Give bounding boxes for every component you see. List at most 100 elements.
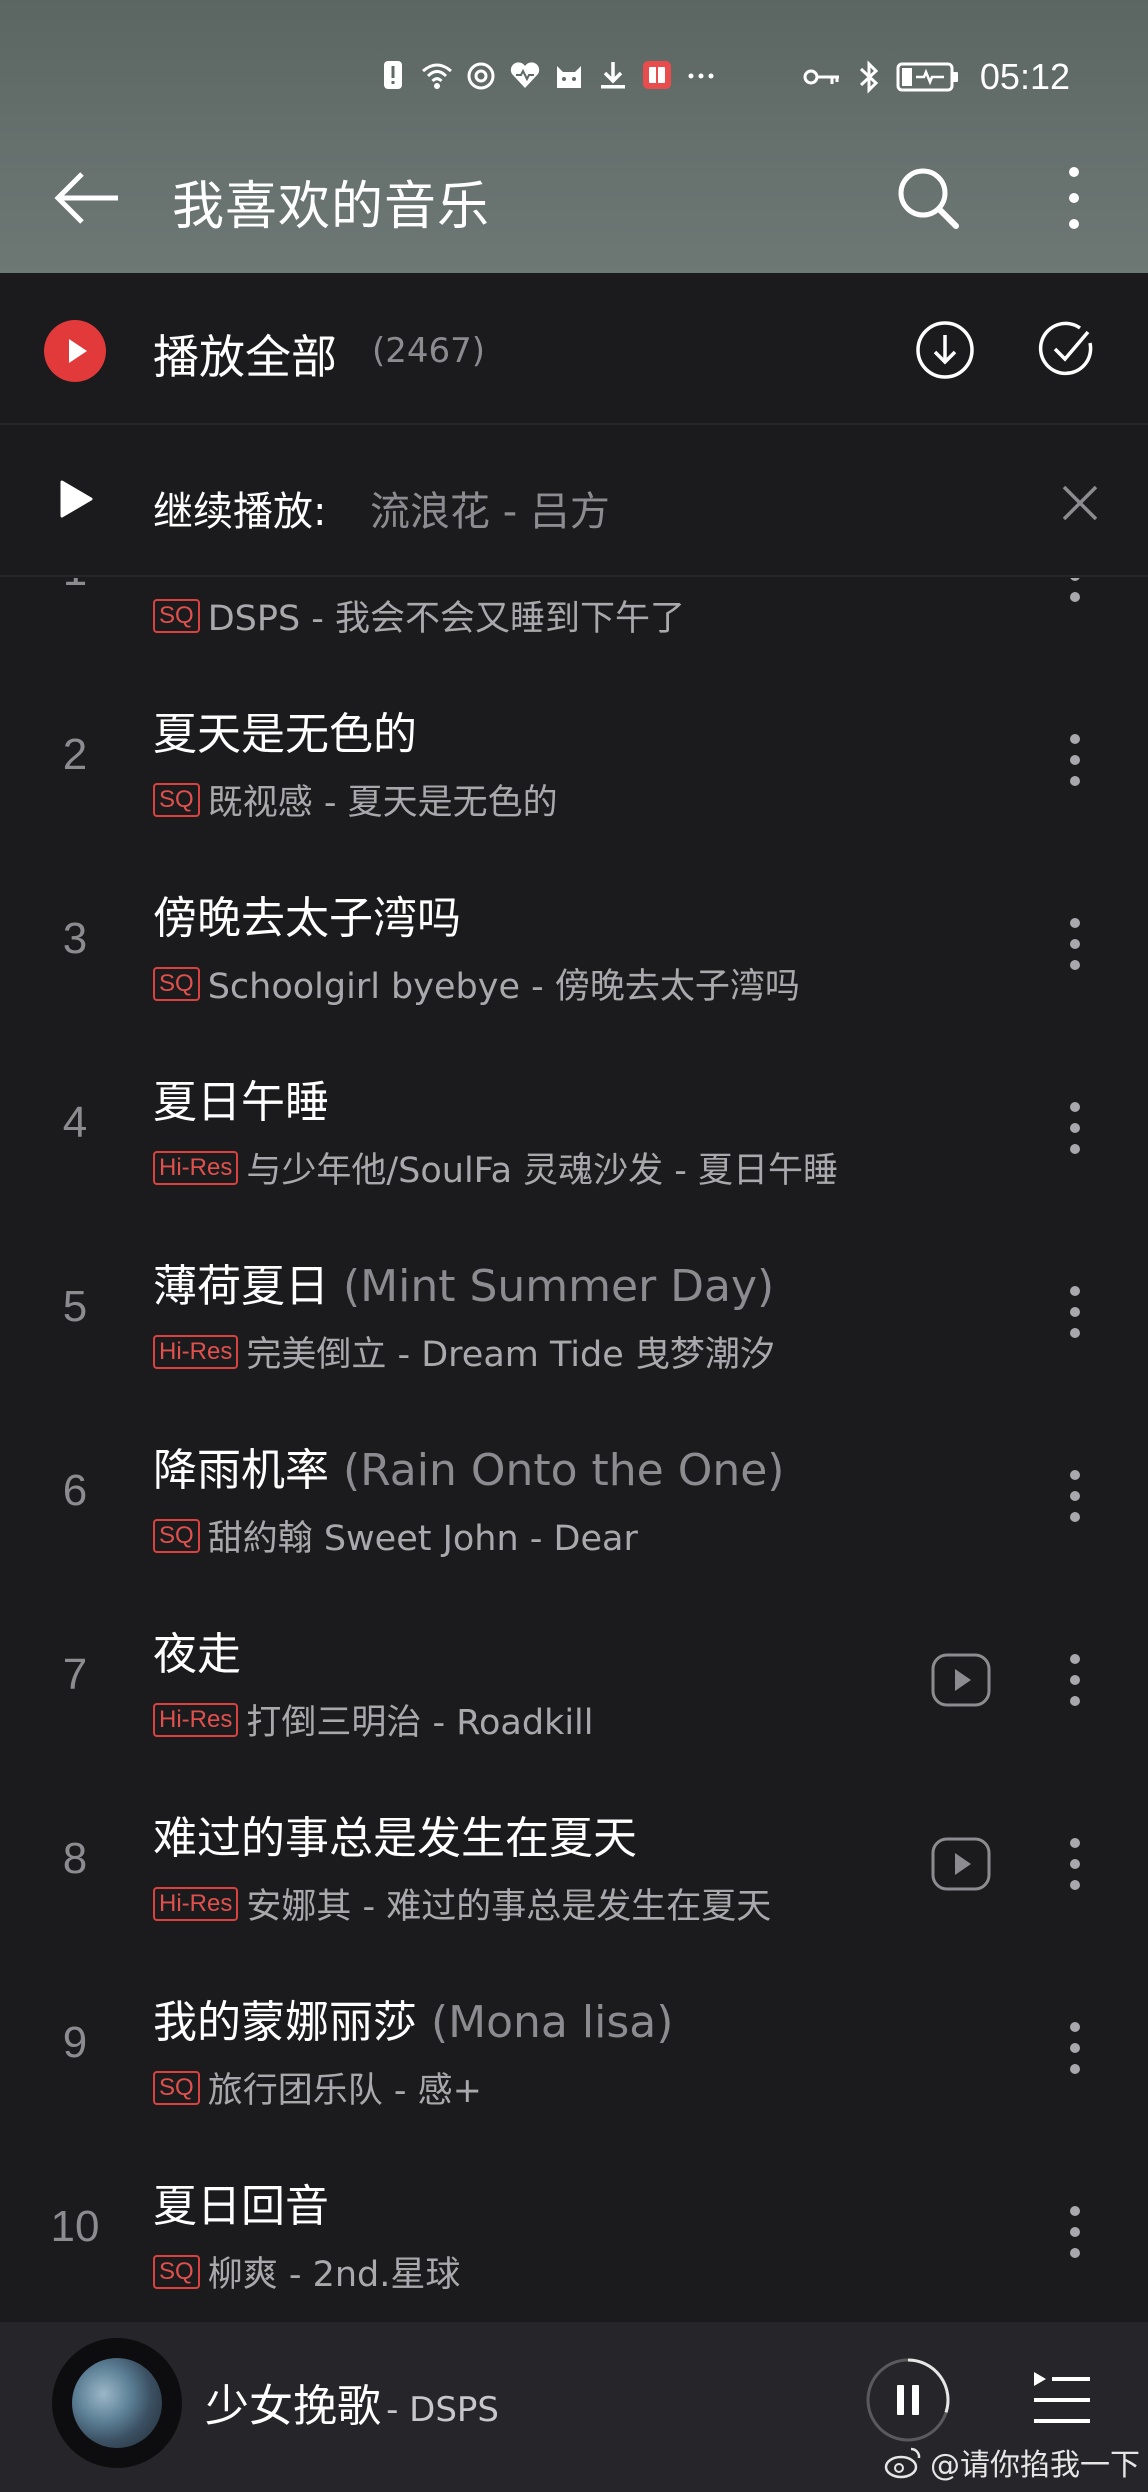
weibo-icon <box>884 2445 924 2479</box>
back-arrow-icon[interactable] <box>48 162 128 234</box>
song-row[interactable]: 4 夏日午睡 Hi-Res 与少年他/SoulFa 灵魂沙发 - 夏日午睡 <box>0 1038 1148 1222</box>
resume-label: 继续播放: <box>153 489 327 535</box>
quality-badge: Hi-Res <box>153 1334 239 1369</box>
song-title: 我的蒙娜丽莎 (Mona lisa) <box>153 1986 673 2050</box>
search-icon[interactable] <box>890 160 966 236</box>
song-meta: SQ DSPS - 我会不会又睡到下午了 <box>153 590 685 641</box>
song-meta: Hi-Res 与少年他/SoulFa 灵魂沙发 - 夏日午睡 <box>153 1142 838 1193</box>
status-time: 05:12 <box>979 56 1070 97</box>
play-all-row[interactable]: 播放全部 (2467) <box>0 273 1148 425</box>
song-subtitle: (Mona lisa) <box>431 1997 674 2048</box>
notification-icons <box>376 58 718 92</box>
resume-playback-row[interactable]: 继续播放: 流浪花 - 吕方 <box>0 427 1148 577</box>
song-title: 夏日午睡 <box>153 1066 329 1130</box>
quality-badge: Hi-Res <box>153 1702 239 1737</box>
alert-icon <box>376 58 410 92</box>
download-status-icon <box>596 58 630 92</box>
song-more-icon[interactable] <box>1056 728 1092 792</box>
song-title: 夏天是无色的 <box>153 698 417 762</box>
song-row[interactable]: 1 少女挽歌 SQ DSPS - 我会不会又睡到下午了 <box>0 578 1148 670</box>
playlist-icon[interactable] <box>1028 2366 1096 2434</box>
song-meta: SQ 柳爽 - 2nd.星球 <box>153 2246 460 2297</box>
cat-icon <box>552 58 586 92</box>
quality-badge: SQ <box>153 598 200 633</box>
song-name: 夜走 <box>153 1629 241 1680</box>
song-index: 2 <box>62 730 88 779</box>
song-list[interactable]: 1 少女挽歌 SQ DSPS - 我会不会又睡到下午了 2 夏天是无色的 SQ … <box>0 578 1148 2322</box>
song-index: 9 <box>62 2018 88 2067</box>
song-title: 傍晚去太子湾吗 <box>153 882 461 946</box>
battery-icon <box>896 60 960 94</box>
song-name: 夏日午睡 <box>153 1077 329 1128</box>
song-row[interactable]: 3 傍晚去太子湾吗 SQ Schoolgirl byebye - 傍晚去太子湾吗 <box>0 854 1148 1038</box>
song-subtitle: (Rain Onto the One) <box>343 1445 785 1496</box>
song-more-icon[interactable] <box>1056 1096 1092 1160</box>
bluetooth-icon <box>856 59 882 95</box>
play-icon[interactable] <box>58 479 94 519</box>
quality-badge: SQ <box>153 2070 200 2105</box>
song-artist: 既视感 - 夏天是无色的 <box>207 783 558 823</box>
song-artist: 与少年他/SoulFa 灵魂沙发 - 夏日午睡 <box>246 1151 839 1191</box>
title-bar: 我喜欢的音乐 <box>0 140 1148 250</box>
song-name: 我的蒙娜丽莎 <box>153 1997 417 2048</box>
song-index: 5 <box>62 1282 88 1331</box>
song-name: 傍晚去太子湾吗 <box>153 893 461 944</box>
song-more-icon[interactable] <box>1056 1280 1092 1344</box>
song-title: 薄荷夏日 (Mint Summer Day) <box>153 1250 774 1314</box>
song-name: 降雨机率 <box>153 1445 329 1496</box>
song-row[interactable]: 9 我的蒙娜丽莎 (Mona lisa) SQ 旅行团乐队 - 感+ <box>0 1958 1148 2142</box>
download-icon[interactable] <box>914 319 976 381</box>
mv-icon[interactable] <box>930 1652 992 1708</box>
quality-badge: SQ <box>153 782 200 817</box>
close-icon[interactable] <box>1058 481 1102 525</box>
pause-icon[interactable] <box>864 2356 952 2444</box>
song-name: 夏日回音 <box>153 2181 329 2232</box>
check-circle-icon[interactable] <box>1036 319 1098 381</box>
song-index: 1 <box>0 578 150 596</box>
song-index: 10 <box>50 2202 100 2251</box>
song-more-icon[interactable] <box>1056 1832 1092 1896</box>
song-name: 夏天是无色的 <box>153 709 417 760</box>
book-icon <box>640 58 674 92</box>
song-meta: SQ 旅行团乐队 - 感+ <box>153 2062 482 2113</box>
song-more-icon[interactable] <box>1056 2016 1092 2080</box>
song-more-icon[interactable] <box>1056 1464 1092 1528</box>
song-row[interactable]: 6 降雨机率 (Rain Onto the One) SQ 甜約翰 Sweet … <box>0 1406 1148 1590</box>
song-more-icon[interactable] <box>1056 912 1092 976</box>
song-artist: DSPS - 我会不会又睡到下午了 <box>207 599 686 639</box>
watermark-text: @请你掐我一下 <box>930 2448 1140 2483</box>
song-list-content: 1 少女挽歌 SQ DSPS - 我会不会又睡到下午了 2 夏天是无色的 SQ … <box>0 578 1148 2322</box>
quality-badge: Hi-Res <box>153 1886 239 1921</box>
song-title: 夏日回音 <box>153 2170 329 2234</box>
play-circle-icon[interactable] <box>44 320 106 382</box>
song-name: 薄荷夏日 <box>153 1261 329 1312</box>
album-art <box>72 2358 162 2448</box>
song-more-icon[interactable] <box>1056 1648 1092 1712</box>
more-status-icon <box>684 58 718 92</box>
song-row[interactable]: 10 夏日回音 SQ 柳爽 - 2nd.星球 <box>0 2142 1148 2322</box>
more-vertical-icon[interactable] <box>1050 160 1098 236</box>
quality-badge: SQ <box>153 1518 200 1553</box>
song-title: 夜走 <box>153 1618 241 1682</box>
album-cover[interactable] <box>52 2338 182 2468</box>
song-index: 7 <box>62 1650 88 1699</box>
now-playing[interactable]: 少女挽歌 - DSPS <box>205 2370 499 2434</box>
song-artist: 打倒三明治 - Roadkill <box>246 1703 594 1743</box>
song-index: 6 <box>62 1466 88 1515</box>
song-meta: Hi-Res 打倒三明治 - Roadkill <box>153 1694 594 1745</box>
song-row[interactable]: 2 夏天是无色的 SQ 既视感 - 夏天是无色的 <box>0 670 1148 854</box>
song-artist: 旅行团乐队 - 感+ <box>207 2071 482 2111</box>
song-subtitle: (Mint Summer Day) <box>343 1261 775 1312</box>
song-row[interactable]: 5 薄荷夏日 (Mint Summer Day) Hi-Res 完美倒立 - D… <box>0 1222 1148 1406</box>
song-row[interactable]: 8 难过的事总是发生在夏天 Hi-Res 安娜其 - 难过的事总是发生在夏天 <box>0 1774 1148 1958</box>
song-index: 3 <box>62 914 88 963</box>
system-status: 05:12 <box>802 56 1070 98</box>
song-index: 8 <box>62 1834 88 1883</box>
song-more-icon[interactable] <box>1056 578 1092 608</box>
mv-icon[interactable] <box>930 1836 992 1892</box>
song-more-icon[interactable] <box>1056 2200 1092 2264</box>
page-title: 我喜欢的音乐 <box>172 177 491 237</box>
song-meta: SQ Schoolgirl byebye - 傍晚去太子湾吗 <box>153 958 800 1009</box>
music-app-page: 05:12 我喜欢的音乐 播放全部 (2467) 继续播放: 流浪花 - 吕方 … <box>0 0 1148 2492</box>
song-row[interactable]: 7 夜走 Hi-Res 打倒三明治 - Roadkill <box>0 1590 1148 1774</box>
